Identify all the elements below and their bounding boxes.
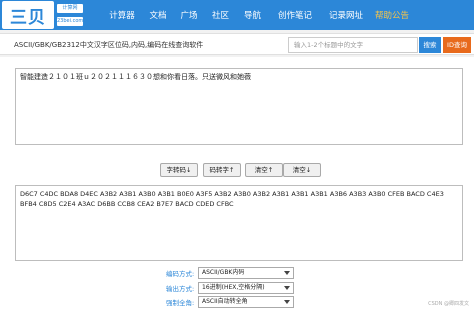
code-to-char-button[interactable]: 码转字↑ [203,163,241,177]
nav-item-navigation[interactable]: 导航 [236,0,269,30]
chevron-down-icon [284,286,290,290]
encoding-value: ASCII/GBK内码 [202,269,245,276]
action-buttons: 字转码↓ 码转字↑ 清空↑ 清空↓ [0,163,474,177]
id-search-button[interactable]: ID查询 [443,37,471,53]
input-textarea[interactable]: 智能建造２１０１班ｕ２０２１１１６３０想和你看日落。只送微风和她薇 [15,68,463,145]
page-header: ASCII/GBK/GB2312中文汉字区位码,内码,编码在线查询软件 搜索 I… [0,33,474,55]
nav-item-help[interactable]: 帮助公告 [371,0,413,30]
output-textarea[interactable]: D6C7 C4DC BDA8 D4EC A3B2 A3B1 A3B0 A3B1 … [15,185,463,261]
page-title: ASCII/GBK/GB2312中文汉字区位码,内码,编码在线查询软件 [14,41,204,49]
output-format-value: 16进制(HEX,空格分隔) [202,284,265,291]
chevron-down-icon [284,300,290,304]
logo-sub-bottom: 23bei.com [57,17,83,26]
logo-sub-top: 计算网 [57,4,83,13]
fullwidth-select[interactable]: ASCII自动转全角 [198,296,294,308]
clear-top-button[interactable]: 清空↑ [245,163,283,177]
fullwidth-label: 强制全角: [166,299,195,307]
nav-item-docs[interactable]: 文档 [143,0,173,30]
fullwidth-row: 强制全角: ASCII自动转全角 [0,296,474,308]
char-to-code-button[interactable]: 字转码↓ [160,163,198,177]
nav-item-square[interactable]: 广场 [173,0,205,30]
nav-item-calculator[interactable]: 计算器 [101,0,143,30]
encoding-label: 编码方式: [166,270,195,278]
site-logo[interactable]: 三贝 计算网 23bei.com [2,1,83,29]
chevron-down-icon [284,271,290,275]
logo-mark: 三贝 [2,1,54,29]
clear-bottom-button[interactable]: 清空↓ [283,163,321,177]
fullwidth-value: ASCII自动转全角 [202,298,248,305]
nav-item-bookmarks[interactable]: 记录网址 [321,0,371,30]
search-button[interactable]: 搜索 [419,37,441,53]
output-format-select[interactable]: 16进制(HEX,空格分隔) [198,282,294,294]
converter-panel: 智能建造２１０１班ｕ２０２１１１６３０想和你看日落。只送微风和她薇 字转码↓ 码… [0,57,474,310]
main-nav: 计算器 文档 广场 社区 导航 创作笔记 记录网址 帮助公告 [101,0,413,30]
nav-item-community[interactable]: 社区 [205,0,236,30]
watermark: CSDN @卿四发文 [428,301,469,307]
logo-subtitle: 计算网 23bei.com [57,4,83,26]
top-navbar: 三贝 计算网 23bei.com 计算器 文档 广场 社区 导航 创作笔记 记录… [0,0,474,30]
encoding-select[interactable]: ASCII/GBK内码 [198,267,294,279]
logo-text: 三贝 [10,7,46,28]
nav-item-notes[interactable]: 创作笔记 [269,0,321,30]
search-input[interactable] [288,37,418,53]
output-format-label: 输出方式: [166,285,195,293]
output-format-row: 输出方式: 16进制(HEX,空格分隔) [0,282,474,294]
encoding-row: 编码方式: ASCII/GBK内码 [0,267,474,279]
